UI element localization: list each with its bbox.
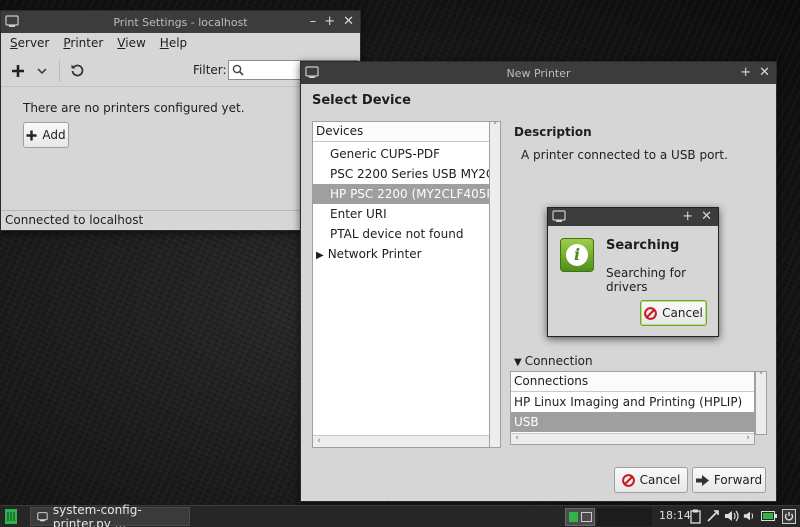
add-label: Add: [42, 128, 66, 142]
scroll-right-icon[interactable]: ›: [743, 433, 753, 443]
scroll-left-icon[interactable]: ‹: [314, 436, 324, 446]
taskbar: system-config-printer.py ... 18:14: [0, 503, 800, 527]
speaker-icon[interactable]: [743, 510, 757, 522]
workspace-switcher[interactable]: [565, 508, 595, 526]
taskbar-app-button[interactable]: system-config-printer.py ...: [30, 503, 190, 527]
clipboard-icon[interactable]: [690, 509, 701, 524]
maximize-button[interactable]: +: [740, 65, 751, 80]
expander-down-icon: ▼: [514, 357, 522, 368]
print-settings-titlebar[interactable]: Print Settings - localhost – + ✕: [1, 11, 360, 33]
maximize-button[interactable]: +: [324, 14, 335, 29]
maximize-button[interactable]: +: [682, 209, 693, 224]
window-title: New Printer: [506, 66, 571, 80]
forward-arrow-icon: [695, 474, 709, 486]
volume-icon[interactable]: [724, 510, 740, 522]
tray-spacer: [597, 508, 652, 526]
info-icon: i: [560, 238, 594, 272]
list-item[interactable]: Enter URI: [313, 204, 500, 224]
clock[interactable]: 18:14: [659, 509, 691, 522]
searching-dialog: + ✕ i Searching Searching for drivers Ca…: [547, 207, 719, 337]
vertical-scrollbar[interactable]: ˄: [755, 371, 767, 435]
chevron-down-icon[interactable]: [37, 67, 47, 75]
horizontal-scrollbar[interactable]: ‹ ›: [511, 433, 754, 444]
scroll-left-icon[interactable]: ‹: [512, 433, 522, 443]
filter-label: Filter:: [193, 63, 227, 77]
devices-column-header[interactable]: Devices: [313, 122, 500, 142]
expander-arrow-icon[interactable]: ▶: [316, 250, 324, 261]
description-heading: Description: [514, 125, 592, 139]
cancel-icon: [621, 473, 635, 487]
close-button[interactable]: ✕: [701, 209, 712, 224]
refresh-icon[interactable]: [70, 63, 84, 77]
connections-column-header[interactable]: Connections: [511, 372, 754, 392]
close-button[interactable]: ✕: [759, 65, 770, 80]
dialog-app-icon: [552, 210, 566, 222]
menu-printer[interactable]: Printer: [63, 33, 103, 53]
searching-cancel-button[interactable]: Cancel: [640, 300, 707, 326]
network-icon[interactable]: [706, 509, 720, 523]
page-title: Select Device: [312, 93, 411, 108]
window-title: Print Settings - localhost: [113, 15, 248, 29]
toolbar-separator: [59, 60, 60, 82]
cancel-icon: [644, 306, 658, 320]
list-item[interactable]: Generic CUPS-PDF: [313, 144, 500, 164]
connections-list: Connections HP Linux Imaging and Printin…: [510, 371, 755, 445]
devices-list: Devices Generic CUPS-PDF PSC 2200 Series…: [312, 121, 501, 448]
plus-icon: [26, 130, 37, 140]
list-item[interactable]: ▶ Network Printer: [313, 244, 500, 264]
menu-view[interactable]: View: [117, 33, 145, 53]
workspace-1[interactable]: [569, 512, 578, 522]
menubar: Server Printer View Help: [1, 33, 360, 53]
searching-titlebar[interactable]: + ✕: [548, 208, 718, 226]
close-button[interactable]: ✕: [343, 14, 354, 29]
dialog-title: Searching: [606, 238, 680, 253]
list-item[interactable]: HP Linux Imaging and Printing (HPLIP): [511, 392, 754, 412]
add-printer-button[interactable]: Add: [23, 122, 69, 148]
vertical-scrollbar[interactable]: ˄: [489, 121, 501, 448]
menu-server[interactable]: Server: [10, 33, 49, 53]
scroll-up-icon[interactable]: ˄: [756, 372, 766, 382]
new-printer-titlebar[interactable]: New Printer + ✕: [301, 62, 776, 84]
workspace-2[interactable]: [581, 512, 592, 522]
empty-printers-message: There are no printers configured yet.: [23, 101, 245, 115]
minimize-button[interactable]: –: [310, 14, 317, 29]
list-item-selected[interactable]: HP PSC 2200 (MY2CLF405P0G): [313, 184, 500, 204]
cancel-label: Cancel: [662, 306, 703, 320]
list-item[interactable]: PTAL device not found: [313, 224, 500, 244]
cancel-label: Cancel: [639, 473, 681, 487]
network-printer-label: Network Printer: [327, 247, 422, 261]
power-icon[interactable]: [782, 509, 796, 524]
printer-app-icon: [5, 15, 19, 27]
forward-button[interactable]: Forward: [692, 467, 766, 493]
menu-icon[interactable]: [5, 509, 17, 524]
forward-label: Forward: [713, 473, 763, 487]
add-icon[interactable]: [11, 64, 25, 78]
task-label: system-config-printer.py ...: [52, 502, 142, 527]
battery-icon[interactable]: [761, 511, 777, 521]
description-text: A printer connected to a USB port.: [521, 148, 728, 162]
connection-expander[interactable]: ▼ Connection: [514, 354, 593, 368]
list-item-selected[interactable]: USB: [511, 412, 754, 432]
menu-help[interactable]: Help: [160, 33, 187, 53]
list-item[interactable]: PSC 2200 Series USB MY2CLF405P0G: [313, 164, 500, 184]
printer-app-icon: [37, 511, 48, 521]
dialog-message: Searching for drivers: [606, 266, 687, 294]
cancel-button[interactable]: Cancel: [614, 467, 688, 493]
search-icon: [232, 64, 244, 76]
horizontal-scrollbar[interactable]: ‹ ›: [313, 435, 500, 447]
scroll-up-icon[interactable]: ˄: [490, 122, 500, 132]
printer-app-icon: [305, 66, 319, 78]
connection-expander-label: Connection: [524, 354, 593, 368]
